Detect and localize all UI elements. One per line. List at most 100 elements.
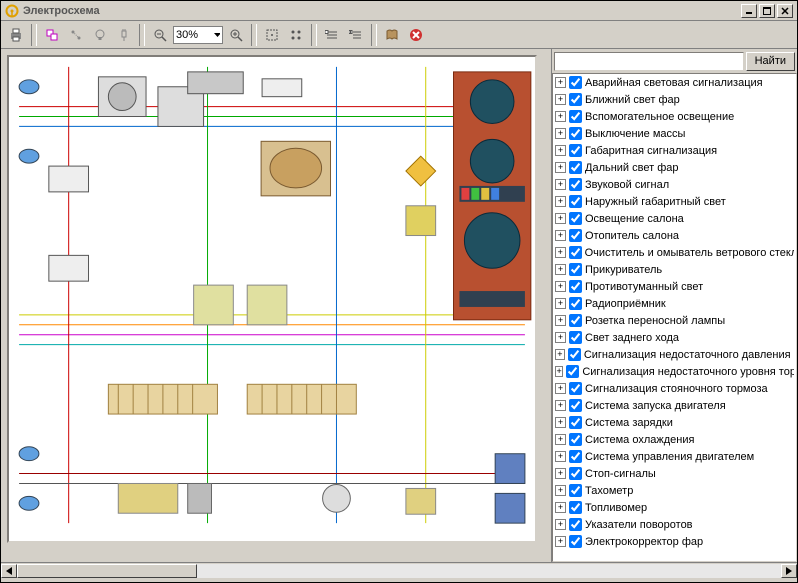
circuit-checkbox[interactable] xyxy=(569,246,582,259)
circuit-checkbox[interactable] xyxy=(569,518,582,531)
horizontal-scrollbar[interactable] xyxy=(1,562,797,578)
circuit-checkbox[interactable] xyxy=(569,467,582,480)
circuit-checkbox[interactable] xyxy=(569,280,582,293)
diagram-viewport[interactable] xyxy=(7,55,537,543)
list-item[interactable]: +Наружный габаритный свет xyxy=(553,193,796,210)
circuit-checkbox[interactable] xyxy=(569,195,582,208)
search-input[interactable] xyxy=(554,52,744,71)
list-expand-button[interactable] xyxy=(345,24,367,46)
list-item[interactable]: +Система охлаждения xyxy=(553,431,796,448)
close-button[interactable] xyxy=(777,4,793,18)
list-item[interactable]: +Противотуманный свет xyxy=(553,278,796,295)
list-item[interactable]: +Радиоприёмник xyxy=(553,295,796,312)
book-button[interactable] xyxy=(381,24,403,46)
circuit-checkbox[interactable] xyxy=(569,127,582,140)
list-item[interactable]: +Розетка переносной лампы xyxy=(553,312,796,329)
trace-button[interactable] xyxy=(65,24,87,46)
expand-icon[interactable]: + xyxy=(555,145,566,156)
list-item[interactable]: +Выключение массы xyxy=(553,125,796,142)
layers-button[interactable] xyxy=(41,24,63,46)
select-mode-button[interactable] xyxy=(261,24,283,46)
scroll-thumb[interactable] xyxy=(17,564,197,578)
expand-icon[interactable]: + xyxy=(555,230,566,241)
bulb-button[interactable] xyxy=(89,24,111,46)
expand-icon[interactable]: + xyxy=(555,196,566,207)
expand-icon[interactable]: + xyxy=(555,536,566,547)
circuit-checkbox[interactable] xyxy=(569,399,582,412)
circuit-checkbox[interactable] xyxy=(569,229,582,242)
circuit-checkbox[interactable] xyxy=(569,535,582,548)
circuit-checkbox[interactable] xyxy=(569,178,582,191)
expand-icon[interactable]: + xyxy=(555,128,566,139)
list-item[interactable]: +Дальний свет фар xyxy=(553,159,796,176)
circuit-checkbox[interactable] xyxy=(569,161,582,174)
list-item[interactable]: +Электрокорректор фар xyxy=(553,533,796,550)
expand-icon[interactable]: + xyxy=(555,417,566,428)
expand-icon[interactable]: + xyxy=(555,162,566,173)
circuit-checkbox[interactable] xyxy=(569,212,582,225)
list-item[interactable]: +Указатели поворотов xyxy=(553,516,796,533)
expand-icon[interactable]: + xyxy=(555,77,566,88)
print-button[interactable] xyxy=(5,24,27,46)
expand-icon[interactable]: + xyxy=(555,111,566,122)
list-item[interactable]: +Система управления двигателем xyxy=(553,448,796,465)
circuit-checkbox[interactable] xyxy=(569,263,582,276)
scroll-track[interactable] xyxy=(17,564,781,578)
list-item[interactable]: +Тахометр xyxy=(553,482,796,499)
circuit-checkbox[interactable] xyxy=(569,110,582,123)
zoom-combo[interactable] xyxy=(173,26,223,44)
circuit-checkbox[interactable] xyxy=(568,348,581,361)
expand-icon[interactable]: + xyxy=(555,366,563,377)
list-item[interactable]: +Прикуриватель xyxy=(553,261,796,278)
list-item[interactable]: +Отопитель салона xyxy=(553,227,796,244)
circuit-checkbox[interactable] xyxy=(569,297,582,310)
expand-icon[interactable]: + xyxy=(555,519,566,530)
zoom-out-button[interactable] xyxy=(149,24,171,46)
expand-icon[interactable]: + xyxy=(555,315,566,326)
expand-icon[interactable]: + xyxy=(555,332,566,343)
expand-icon[interactable]: + xyxy=(555,434,566,445)
scroll-right-button[interactable] xyxy=(781,564,797,578)
expand-icon[interactable]: + xyxy=(555,247,566,258)
list-item[interactable]: +Сигнализация недостаточного давления ма… xyxy=(553,346,796,363)
list-item[interactable]: +Стоп-сигналы xyxy=(553,465,796,482)
list-item[interactable]: +Топливомер xyxy=(553,499,796,516)
expand-icon[interactable]: + xyxy=(555,179,566,190)
nodes-button[interactable] xyxy=(285,24,307,46)
circuit-checkbox[interactable] xyxy=(569,433,582,446)
circuit-checkbox[interactable] xyxy=(569,450,582,463)
list-item[interactable]: +Габаритная сигнализация xyxy=(553,142,796,159)
zoom-input[interactable] xyxy=(176,29,214,41)
expand-icon[interactable]: + xyxy=(555,281,566,292)
circuit-checkbox[interactable] xyxy=(569,314,582,327)
expand-icon[interactable]: + xyxy=(555,94,566,105)
list-collapse-button[interactable] xyxy=(321,24,343,46)
expand-icon[interactable]: + xyxy=(555,502,566,513)
circuit-checkbox[interactable] xyxy=(569,144,582,157)
list-item[interactable]: +Система запуска двигателя xyxy=(553,397,796,414)
circuit-checkbox[interactable] xyxy=(569,416,582,429)
minimize-button[interactable] xyxy=(741,4,757,18)
list-item[interactable]: +Система зарядки xyxy=(553,414,796,431)
list-item[interactable]: +Вспомогательное освещение xyxy=(553,108,796,125)
expand-icon[interactable]: + xyxy=(555,349,565,360)
zoom-in-button[interactable] xyxy=(225,24,247,46)
expand-icon[interactable]: + xyxy=(555,400,566,411)
circuit-checkbox[interactable] xyxy=(569,484,582,497)
plug-button[interactable] xyxy=(113,24,135,46)
expand-icon[interactable]: + xyxy=(555,383,566,394)
scroll-left-button[interactable] xyxy=(1,564,17,578)
circuit-list[interactable]: +Аварийная световая сигнализация+Ближний… xyxy=(552,73,797,562)
circuit-checkbox[interactable] xyxy=(566,365,579,378)
list-item[interactable]: +Очиститель и омыватель ветрового стекла xyxy=(553,244,796,261)
circuit-checkbox[interactable] xyxy=(569,93,582,106)
expand-icon[interactable]: + xyxy=(555,468,566,479)
stop-button[interactable] xyxy=(405,24,427,46)
expand-icon[interactable]: + xyxy=(555,213,566,224)
list-item[interactable]: +Свет заднего хода xyxy=(553,329,796,346)
expand-icon[interactable]: + xyxy=(555,485,566,496)
circuit-checkbox[interactable] xyxy=(569,382,582,395)
circuit-checkbox[interactable] xyxy=(569,501,582,514)
circuit-checkbox[interactable] xyxy=(569,331,582,344)
circuit-checkbox[interactable] xyxy=(569,76,582,89)
